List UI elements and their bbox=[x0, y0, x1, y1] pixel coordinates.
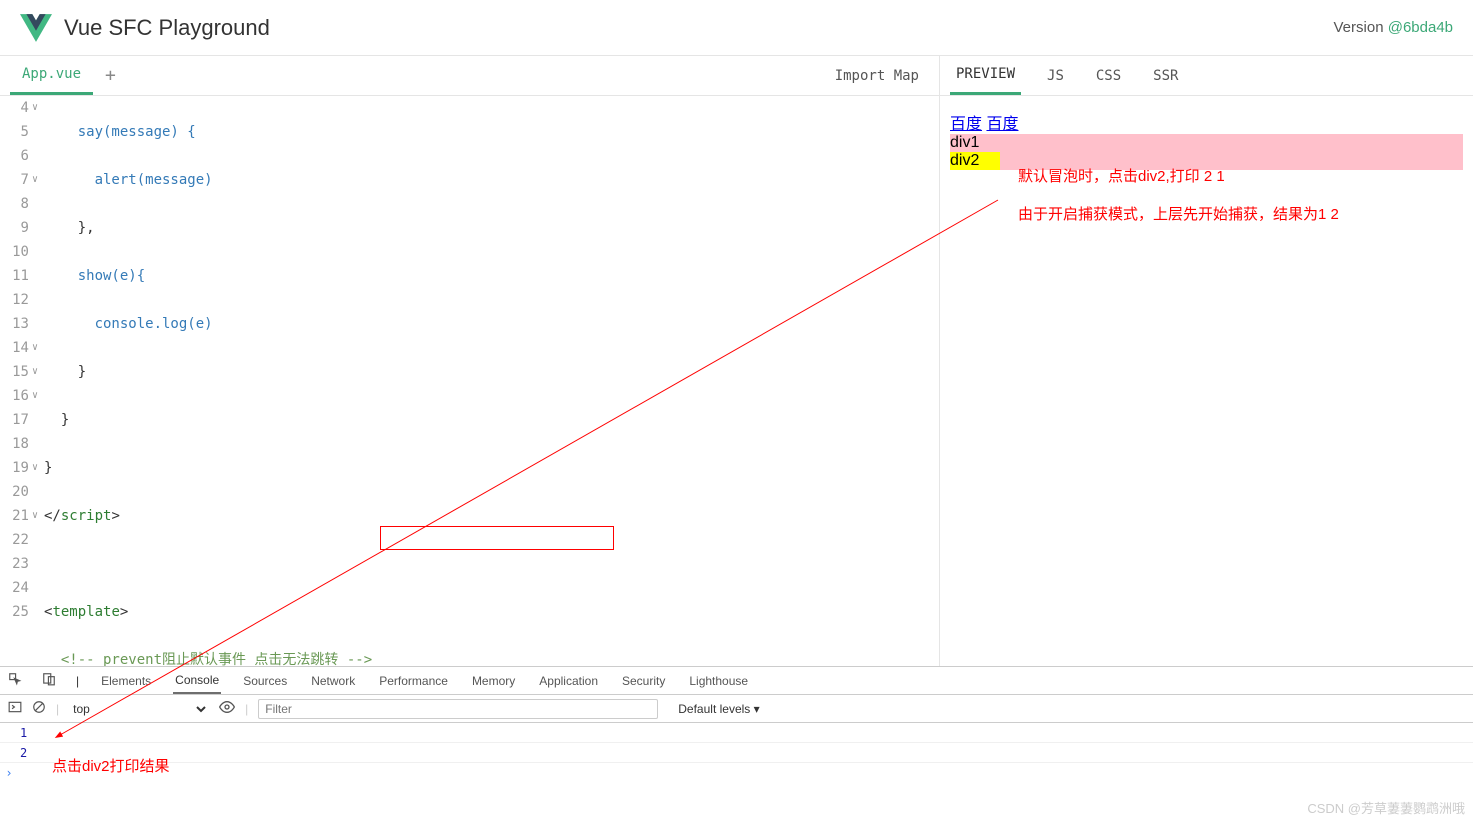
annotation-highlight-box bbox=[380, 526, 614, 550]
live-expression-icon[interactable] bbox=[219, 699, 235, 718]
console-sidebar-toggle-icon[interactable] bbox=[8, 700, 22, 717]
annotation-text-2: 由于开启捕获模式，上层先开始捕获，结果为1 2 bbox=[1018, 203, 1339, 224]
preview-link-2[interactable]: 百度 bbox=[986, 116, 1018, 133]
preview-div2[interactable]: div2 bbox=[950, 152, 1000, 170]
version-link[interactable]: @6bda4b bbox=[1388, 19, 1453, 36]
preview-pane: PREVIEW JS CSS SSR 百度 百度 div1 div2 bbox=[940, 56, 1473, 666]
app-title: Vue SFC Playground bbox=[64, 15, 270, 41]
devtools-tab-security[interactable]: Security bbox=[620, 667, 667, 694]
preview-link-1[interactable]: 百度 bbox=[950, 116, 982, 133]
devtools-panel: | Elements Console Sources Network Perfo… bbox=[0, 666, 1473, 821]
preview-tab-js[interactable]: JS bbox=[1041, 56, 1070, 95]
console-filter-input[interactable] bbox=[258, 699, 658, 719]
code-editor[interactable]: 4∨5 6 7∨8 9 10 11 12 13 14∨15∨16∨17 18 1… bbox=[0, 96, 939, 666]
devtools-tab-network[interactable]: Network bbox=[309, 667, 357, 694]
line-gutter: 4∨5 6 7∨8 9 10 11 12 13 14∨15∨16∨17 18 1… bbox=[0, 96, 44, 666]
console-prompt-icon: › bbox=[0, 766, 18, 780]
vue-logo-icon bbox=[20, 12, 52, 44]
file-tab-app-vue[interactable]: App.vue bbox=[10, 56, 93, 95]
console-output[interactable]: 1 2 › bbox=[0, 723, 1473, 821]
devtools-tab-application[interactable]: Application bbox=[537, 667, 600, 694]
inspect-icon[interactable] bbox=[8, 672, 22, 689]
preview-tab-ssr[interactable]: SSR bbox=[1147, 56, 1184, 95]
devtools-tab-elements[interactable]: Elements bbox=[99, 667, 153, 694]
annotation-text-console: 点击div2打印结果 bbox=[52, 755, 170, 776]
console-log-1: 1 bbox=[18, 726, 27, 740]
watermark: CSDN @芳草萋萋鹦鹉洲哦 bbox=[1307, 798, 1465, 817]
preview-tab-preview[interactable]: PREVIEW bbox=[950, 56, 1021, 95]
devtools-tab-performance[interactable]: Performance bbox=[377, 667, 450, 694]
add-tab-button[interactable]: + bbox=[93, 65, 128, 86]
editor-pane: App.vue + Import Map 4∨5 6 7∨8 9 10 11 1… bbox=[0, 56, 940, 666]
devtools-tab-console[interactable]: Console bbox=[173, 667, 221, 694]
clear-console-icon[interactable] bbox=[32, 700, 46, 717]
import-map-link[interactable]: Import Map bbox=[835, 68, 929, 84]
context-select[interactable]: top bbox=[69, 701, 209, 717]
devtools-tab-lighthouse[interactable]: Lighthouse bbox=[687, 667, 750, 694]
preview-tab-css[interactable]: CSS bbox=[1090, 56, 1127, 95]
log-levels-dropdown[interactable]: Default levels ▾ bbox=[678, 702, 759, 716]
devtools-tab-sources[interactable]: Sources bbox=[241, 667, 289, 694]
version-label: Version @6bda4b bbox=[1334, 19, 1454, 36]
devtools-tab-memory[interactable]: Memory bbox=[470, 667, 517, 694]
annotation-text-1: 默认冒泡时，点击div2,打印 2 1 bbox=[1018, 165, 1225, 186]
app-header: Vue SFC Playground Version @6bda4b bbox=[0, 0, 1473, 56]
console-log-2: 2 bbox=[18, 746, 27, 760]
device-toolbar-icon[interactable] bbox=[42, 672, 56, 689]
